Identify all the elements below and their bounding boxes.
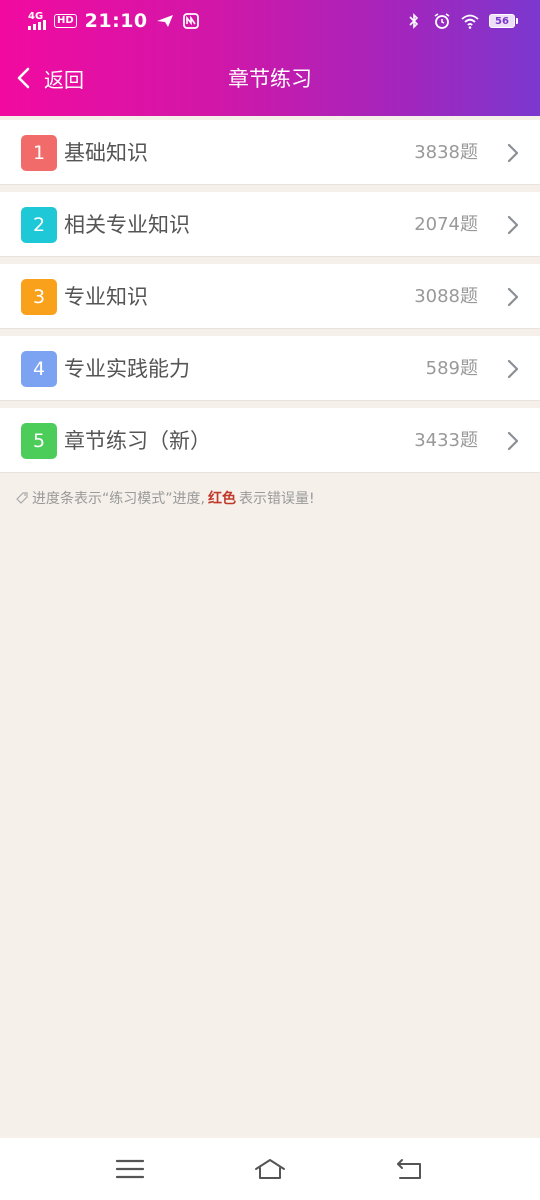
- status-bar: 4G HD 21:10 56: [0, 0, 540, 42]
- chapter-name: 专业知识: [64, 285, 148, 309]
- nav-bar: 返回 章节练习: [0, 42, 540, 116]
- chapter-number-badge: 1: [21, 135, 57, 171]
- hd-badge: HD: [54, 14, 77, 28]
- chevron-right-icon: [507, 359, 519, 379]
- chapter-name: 相关专业知识: [64, 213, 190, 237]
- menu-icon: [115, 1159, 145, 1179]
- hint-suffix: 表示错误量!: [238, 491, 315, 507]
- hint-red-text: 红色: [207, 491, 236, 507]
- tag-icon: [16, 492, 28, 504]
- menu-button[interactable]: [110, 1149, 150, 1189]
- return-icon: [397, 1159, 421, 1179]
- paper-plane-icon: [156, 15, 173, 27]
- chevron-right-icon: [507, 287, 519, 307]
- chapter-name: 专业实践能力: [64, 357, 190, 381]
- back-label: 返回: [44, 67, 84, 92]
- system-navigation-bar: [0, 1138, 540, 1200]
- app-notification-icon: [182, 13, 199, 29]
- chevron-left-icon: [17, 67, 30, 89]
- home-button[interactable]: [250, 1149, 290, 1189]
- chapter-question-count: 3088题: [414, 286, 478, 307]
- chapter-item[interactable]: 5 章节练习（新） 3433题: [0, 408, 540, 472]
- chapter-item[interactable]: 2 相关专业知识 2074题: [0, 192, 540, 256]
- chevron-right-icon: [507, 431, 519, 451]
- chapter-list: 1 基础知识 3838题 2 相关专业知识 2074题 3 专业知识 3088题…: [0, 116, 540, 480]
- progress-hint: 进度条表示“练习模式”进度, 红色 表示错误量!: [15, 488, 315, 508]
- battery-level: 56: [489, 14, 515, 28]
- chapter-number-badge: 5: [21, 423, 57, 459]
- chapter-number-badge: 2: [21, 207, 57, 243]
- hint-prefix: 进度条表示“练习模式”进度,: [32, 491, 205, 507]
- battery-icon: 56: [489, 14, 518, 28]
- chapter-name: 基础知识: [64, 141, 148, 165]
- bluetooth-icon: [409, 13, 419, 29]
- chapter-question-count: 3838题: [414, 142, 478, 163]
- chapter-name: 章节练习（新）: [64, 429, 211, 453]
- status-time: 21:10: [84, 10, 148, 32]
- chapter-number-badge: 3: [21, 279, 57, 315]
- back-button[interactable]: 返回: [14, 56, 84, 100]
- alarm-icon: [434, 13, 450, 29]
- status-right: 56: [405, 12, 518, 30]
- home-icon: [255, 1159, 285, 1179]
- chapter-question-count: 3433题: [414, 430, 478, 451]
- chapter-item[interactable]: 3 专业知识 3088题: [0, 264, 540, 328]
- chapter-number-badge: 4: [21, 351, 57, 387]
- status-left: 4G HD 21:10: [28, 10, 200, 32]
- chapter-item[interactable]: 1 基础知识 3838题: [0, 120, 540, 184]
- signal-bars-icon: [28, 20, 46, 30]
- wifi-icon: [461, 14, 479, 29]
- chapter-item[interactable]: 4 专业实践能力 589题: [0, 336, 540, 400]
- chapter-question-count: 589题: [425, 358, 478, 379]
- chevron-right-icon: [507, 143, 519, 163]
- chevron-right-icon: [507, 215, 519, 235]
- header: 4G HD 21:10 56 返回 章节练习: [0, 0, 540, 116]
- return-button[interactable]: [390, 1149, 430, 1189]
- cell-signal: 4G: [28, 12, 46, 30]
- chapter-question-count: 2074题: [414, 214, 478, 235]
